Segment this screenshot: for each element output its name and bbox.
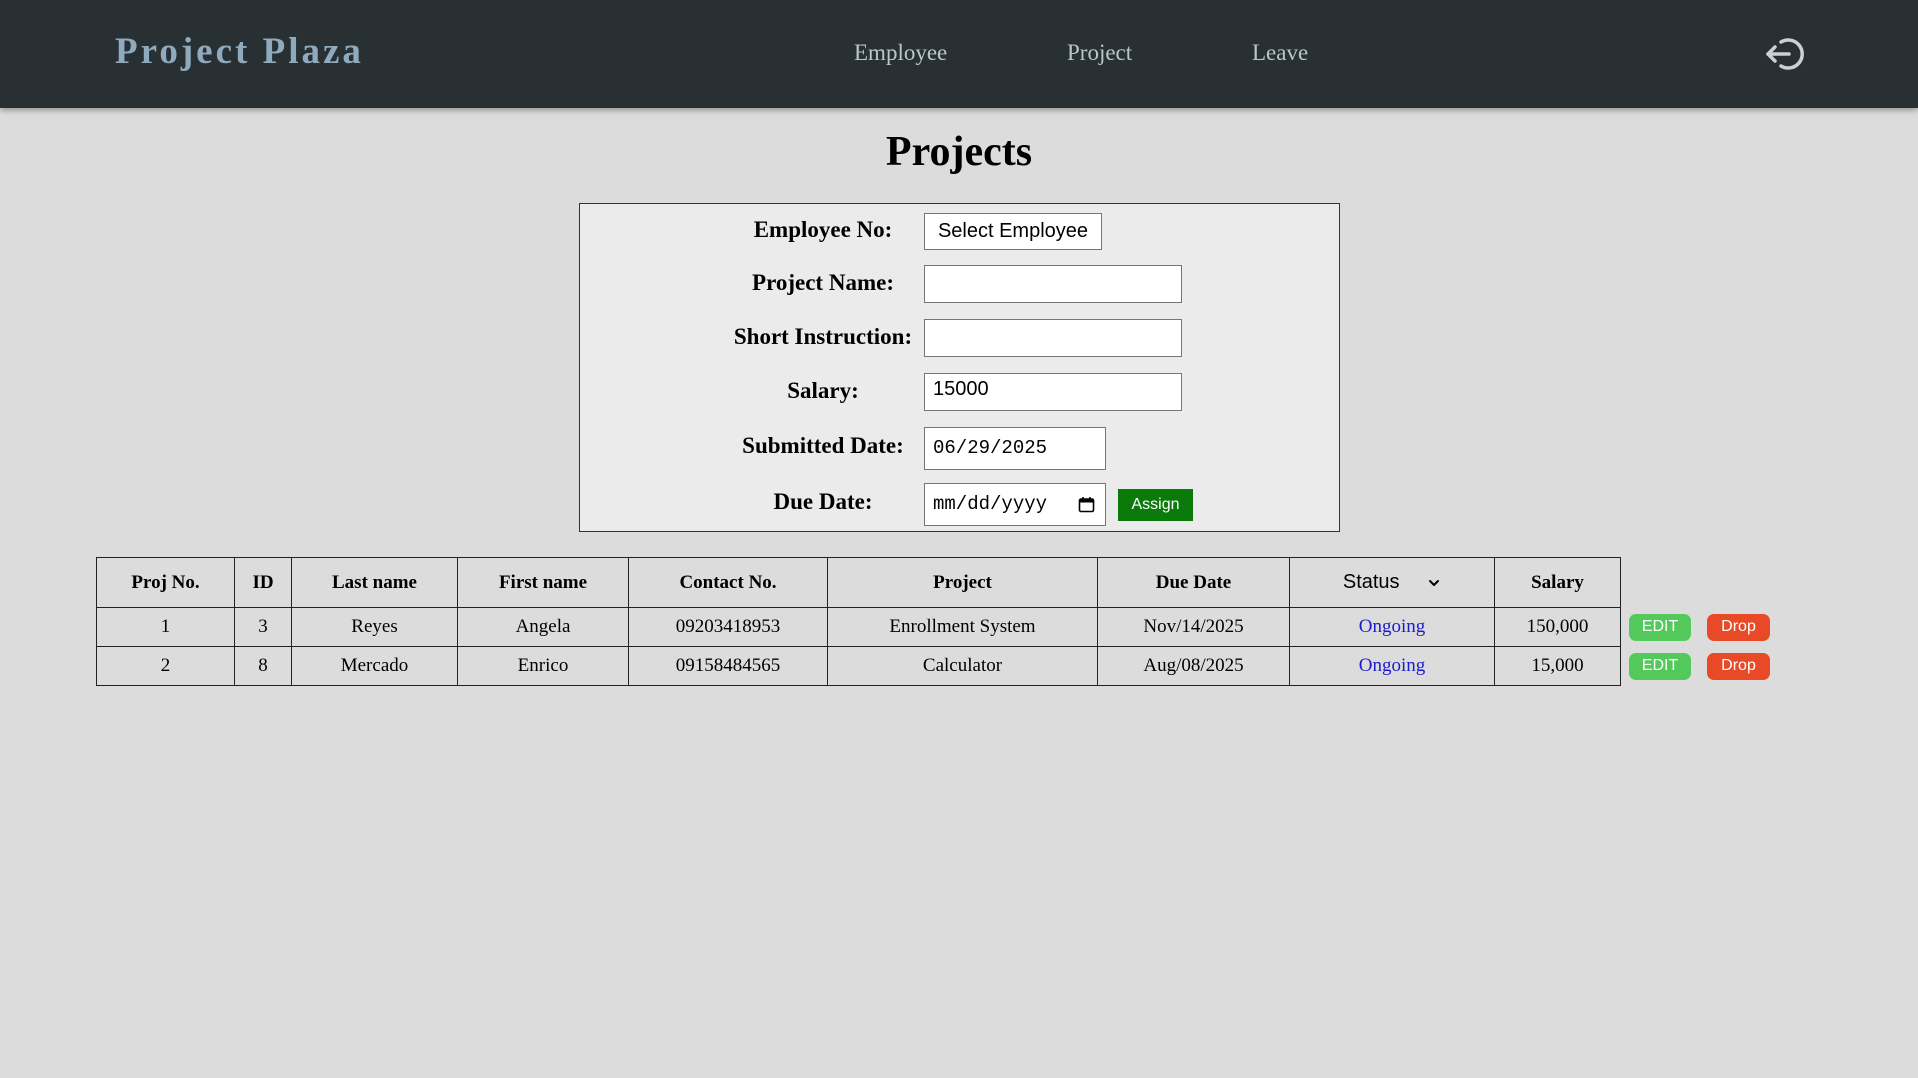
submitted-date-label: Submitted Date: (742, 433, 904, 458)
due-date-input[interactable]: mm/dd/yyyy (924, 483, 1106, 526)
col-salary: Salary (1494, 557, 1621, 608)
drop-button[interactable]: Drop (1707, 653, 1770, 680)
edit-button[interactable]: EDIT (1629, 614, 1691, 641)
salary-input[interactable]: 15000 (924, 373, 1182, 411)
cell-status[interactable]: Ongoing (1289, 607, 1495, 647)
employee-no-label: Employee No: (753, 217, 893, 242)
cell-salary: 150,000 (1494, 607, 1621, 647)
submitted-date-input[interactable]: 06/29/2025 (924, 427, 1106, 470)
project-name-input[interactable] (924, 265, 1182, 303)
cell-project: Enrollment System (827, 607, 1098, 647)
col-contact-no: Contact No. (628, 557, 828, 608)
status-header-label: Status (1342, 571, 1400, 593)
top-navbar: Project Plaza Employee Project Leave (0, 0, 1918, 108)
nav-project[interactable]: Project (1067, 40, 1132, 66)
logout-icon[interactable] (1764, 36, 1804, 72)
calendar-icon[interactable] (1078, 496, 1095, 513)
cell-id: 3 (234, 607, 292, 647)
submitted-date-value: 06/29/2025 (933, 437, 1048, 459)
cell-first-name: Angela (457, 607, 629, 647)
employee-select[interactable]: Select Employee (924, 213, 1102, 250)
cell-last-name: Reyes (291, 607, 458, 647)
status-filter-select[interactable]: Status (1289, 557, 1495, 608)
cell-id: 8 (234, 646, 292, 686)
cell-proj-no: 1 (96, 607, 235, 647)
cell-due-date: Aug/08/2025 (1097, 646, 1290, 686)
cell-contact-no: 09158484565 (628, 646, 828, 686)
table-header-row: Proj No. ID Last name First name Contact… (96, 557, 1621, 608)
nav-employee[interactable]: Employee (854, 40, 947, 66)
chevron-down-icon (1429, 579, 1440, 586)
edit-button[interactable]: EDIT (1629, 653, 1691, 680)
projects-table: Proj No. ID Last name First name Contact… (96, 557, 1621, 686)
brand-logo[interactable]: Project Plaza (115, 30, 364, 73)
col-first-name: First name (457, 557, 629, 608)
col-project: Project (827, 557, 1098, 608)
salary-label: Salary: (787, 378, 859, 403)
cell-first-name: Enrico (457, 646, 629, 686)
table-row: 2 8 Mercado Enrico 09158484565 Calculato… (96, 646, 1621, 686)
table-row: 1 3 Reyes Angela 09203418953 Enrollment … (96, 607, 1621, 647)
cell-contact-no: 09203418953 (628, 607, 828, 647)
cell-salary: 15,000 (1494, 646, 1621, 686)
drop-button[interactable]: Drop (1707, 614, 1770, 641)
nav-leave[interactable]: Leave (1252, 40, 1308, 66)
col-last-name: Last name (291, 557, 458, 608)
col-due-date: Due Date (1097, 557, 1290, 608)
cell-last-name: Mercado (291, 646, 458, 686)
due-date-value: mm/dd/yyyy (933, 493, 1048, 515)
col-proj-no: Proj No. (96, 557, 235, 608)
cell-due-date: Nov/14/2025 (1097, 607, 1290, 647)
col-id: ID (234, 557, 292, 608)
cell-proj-no: 2 (96, 646, 235, 686)
cell-status[interactable]: Ongoing (1289, 646, 1495, 686)
page-title: Projects (885, 129, 1033, 175)
cell-project: Calculator (827, 646, 1098, 686)
due-date-label: Due Date: (773, 489, 873, 514)
project-name-label: Project Name: (752, 270, 894, 295)
short-instruction-input[interactable] (924, 319, 1182, 357)
short-instruction-label: Short Instruction: (733, 324, 913, 349)
assign-button[interactable]: Assign (1118, 489, 1193, 521)
